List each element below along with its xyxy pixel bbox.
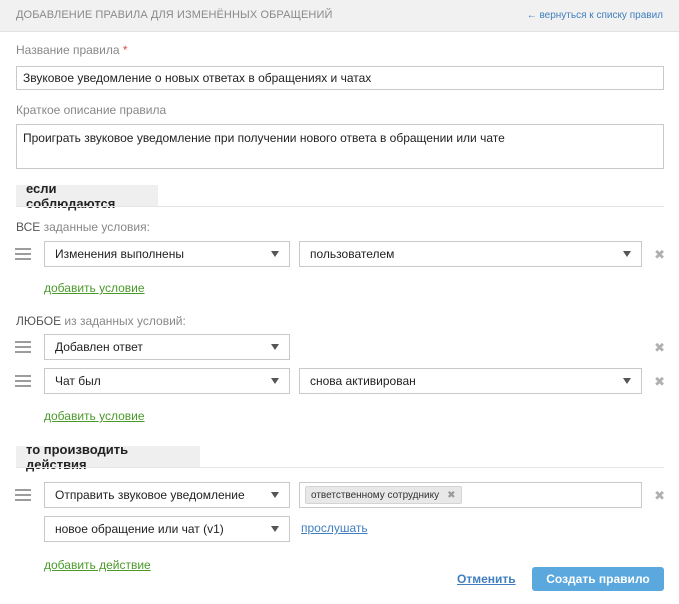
condition-field-value: Изменения выполнены (55, 247, 184, 261)
listen-sound-link[interactable]: прослушать (301, 521, 368, 535)
drag-handle-icon[interactable] (15, 375, 31, 387)
remove-condition-icon[interactable]: ✖ (654, 341, 665, 354)
rule-name-label-text: Название правила (16, 43, 120, 57)
all-conditions-keyword: ВСЕ (16, 220, 41, 234)
rule-description-value: Проиграть звуковое уведомление при получ… (23, 131, 505, 145)
chevron-down-icon (271, 526, 279, 532)
page-header: Добавление правила для изменённых обраще… (0, 0, 679, 32)
drag-handle-icon[interactable] (15, 489, 31, 501)
sound-value: новое обращение или чат (v1) (55, 522, 224, 536)
actions-section-divider (16, 467, 664, 468)
remove-action-icon[interactable]: ✖ (654, 489, 665, 502)
required-mark: * (122, 43, 128, 57)
remove-condition-icon[interactable]: ✖ (654, 248, 665, 261)
condition-field-value: Добавлен ответ (55, 340, 143, 354)
condition-field-value: Чат был (55, 374, 101, 388)
sound-select[interactable]: новое обращение или чат (v1) (44, 516, 290, 542)
back-to-rules-link[interactable]: ← вернуться к списку правил (527, 10, 663, 21)
chevron-down-icon (271, 378, 279, 384)
add-action-link[interactable]: добавить действие (44, 558, 151, 572)
chevron-down-icon (271, 251, 279, 257)
actions-section-title: то производить действия (16, 442, 200, 472)
recipient-tag-label: ответственному сотруднику (311, 489, 440, 501)
rule-name-label: Название правила * (16, 43, 128, 57)
recipient-tag: ответственному сотруднику ✖ (305, 486, 462, 504)
remove-condition-icon[interactable]: ✖ (654, 375, 665, 388)
remove-tag-icon[interactable]: ✖ (447, 490, 455, 501)
drag-handle-icon[interactable] (15, 248, 31, 260)
rule-description-label: Краткое описание правила (16, 103, 167, 117)
add-all-condition-link[interactable]: добавить условие (44, 281, 145, 295)
chevron-down-icon (623, 251, 631, 257)
chevron-down-icon (271, 492, 279, 498)
drag-handle-icon[interactable] (15, 341, 31, 353)
create-rule-button[interactable]: Создать правило (532, 567, 664, 591)
action-type-select[interactable]: Отправить звуковое уведомление (44, 482, 290, 508)
conditions-section-divider (16, 206, 664, 207)
any-conditions-keyword: ЛЮБОЕ (16, 314, 62, 328)
condition-field-select[interactable]: Чат был (44, 368, 290, 394)
condition-operand-value: пользователем (310, 247, 395, 261)
any-conditions-label-text: из заданных условий: (61, 314, 186, 328)
all-conditions-label: ВСЕ заданные условия: (16, 220, 150, 234)
condition-operand-select[interactable]: пользователем (299, 241, 642, 267)
cancel-button[interactable]: Отменить (457, 572, 516, 586)
conditions-section-title: если соблюдаются (16, 181, 158, 211)
condition-field-select[interactable]: Добавлен ответ (44, 334, 290, 360)
condition-operand-value: снова активирован (310, 374, 416, 388)
all-conditions-label-text: заданные условия: (40, 220, 150, 234)
add-any-condition-link[interactable]: добавить условие (44, 409, 145, 423)
condition-operand-select[interactable]: снова активирован (299, 368, 642, 394)
condition-field-select[interactable]: Изменения выполнены (44, 241, 290, 267)
action-type-value: Отправить звуковое уведомление (55, 488, 245, 502)
chevron-down-icon (271, 344, 279, 350)
rule-description-textarea[interactable]: Проиграть звуковое уведомление при получ… (16, 124, 664, 169)
any-conditions-label: ЛЮБОЕ из заданных условий: (16, 314, 186, 328)
rule-name-input[interactable]: Звуковое уведомление о новых ответах в о… (16, 66, 664, 90)
rule-name-value: Звуковое уведомление о новых ответах в о… (23, 71, 372, 85)
chevron-down-icon (623, 378, 631, 384)
page-title: Добавление правила для изменённых обраще… (16, 9, 333, 21)
